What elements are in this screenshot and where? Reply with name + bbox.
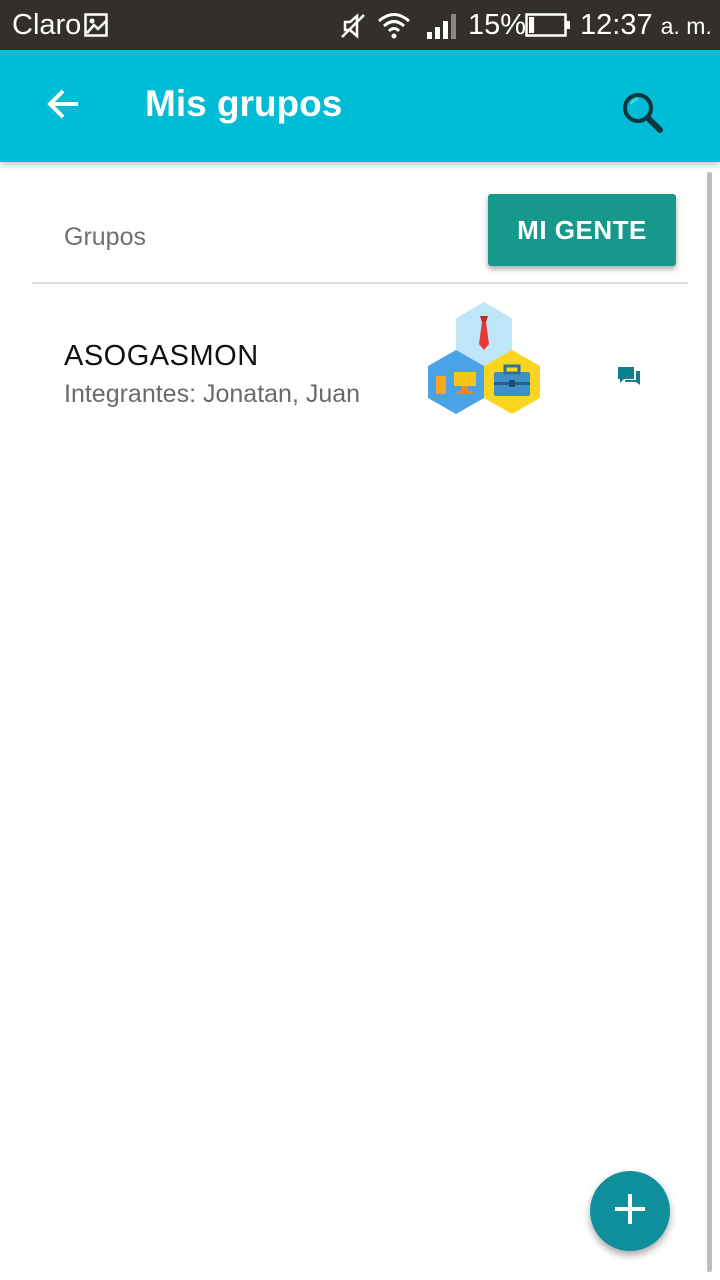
carrier-name: Claro	[12, 9, 82, 41]
page-title: Mis grupos	[145, 83, 343, 124]
group-name: ASOGASMON	[64, 340, 259, 372]
app-bar: Mis grupos	[0, 50, 720, 162]
content-area: Grupos MI GENTE ASOGASMON Integrantes: J…	[0, 162, 720, 1280]
status-bar: Claro 15% 12:37 a. m.	[0, 0, 720, 50]
gallery-icon	[84, 13, 108, 37]
search-button[interactable]	[612, 84, 672, 144]
chat-button[interactable]	[612, 362, 646, 396]
arrow-back-icon	[46, 86, 82, 127]
group-list-item[interactable]: ASOGASMON Integrantes: Jonatan, Juan	[32, 286, 688, 426]
business-hexagons-icon	[422, 296, 546, 416]
mi-gente-button[interactable]: MI GENTE	[488, 194, 676, 266]
battery-icon	[525, 13, 571, 37]
back-button[interactable]	[36, 80, 92, 132]
plus-icon	[612, 1191, 648, 1232]
clock: 12:37 a. m.	[580, 9, 712, 42]
divider	[32, 282, 688, 284]
battery-percent: 15%	[468, 9, 527, 41]
section-label: Grupos	[64, 223, 146, 251]
chat-icon	[616, 365, 642, 394]
clock-time: 12:37	[580, 9, 653, 41]
wifi-icon	[376, 10, 412, 40]
add-group-button[interactable]	[590, 1171, 670, 1251]
mute-icon	[338, 11, 368, 41]
search-icon	[619, 89, 665, 140]
signal-icon	[426, 12, 458, 40]
group-members: Integrantes: Jonatan, Juan	[64, 380, 361, 408]
clock-ampm: a. m.	[660, 13, 712, 39]
scrollbar[interactable]	[707, 172, 712, 1272]
